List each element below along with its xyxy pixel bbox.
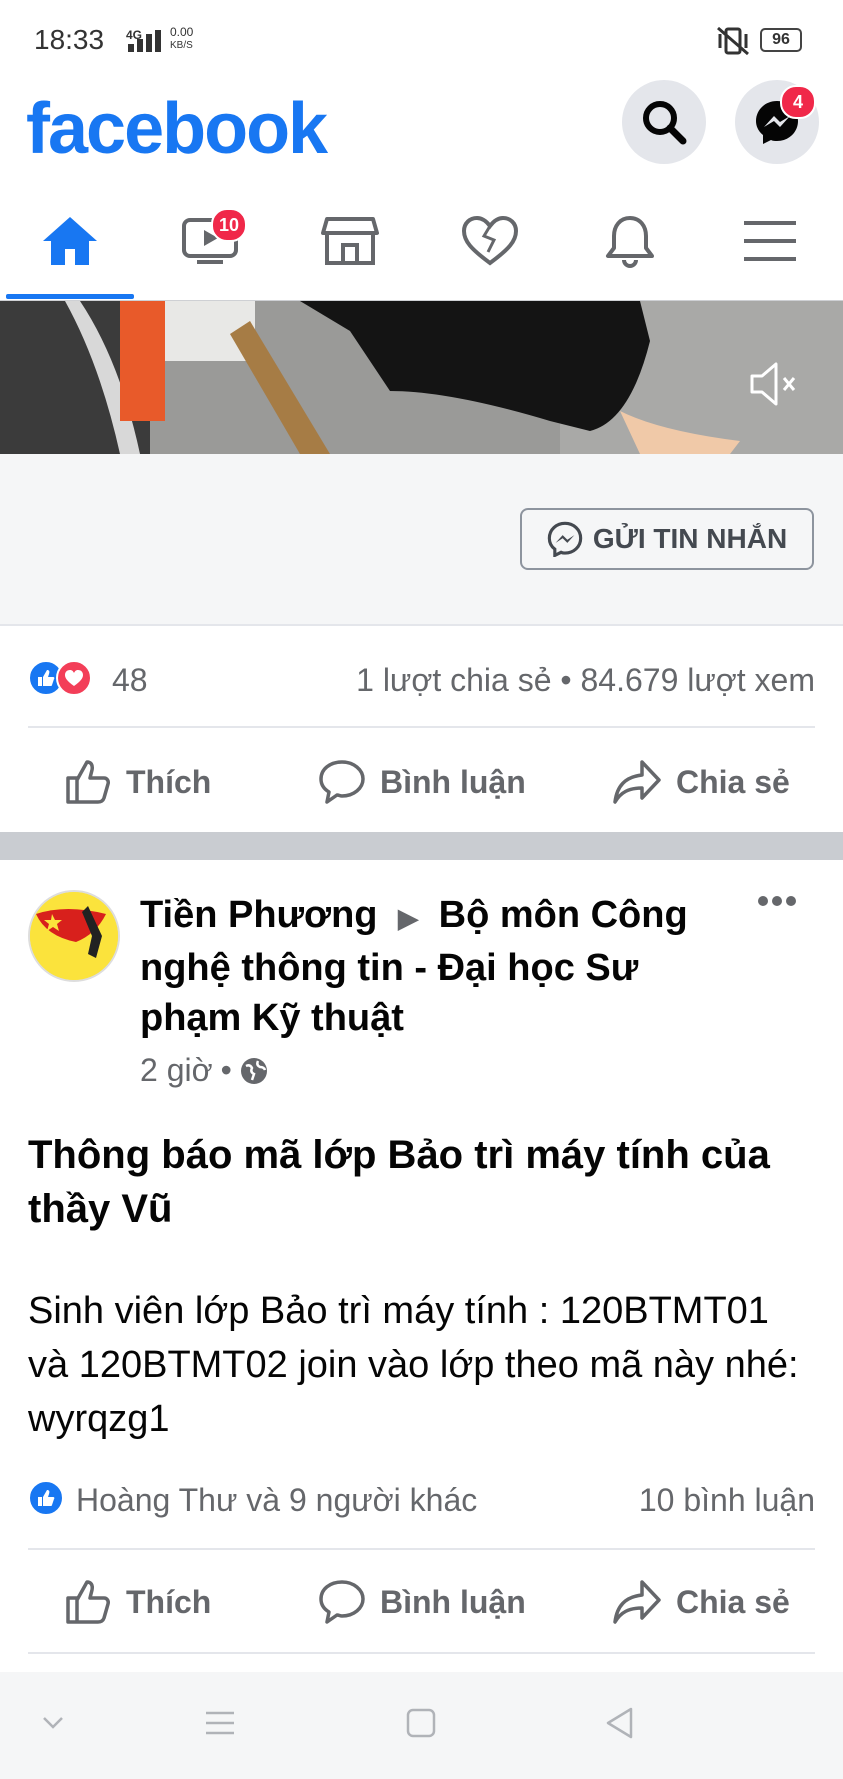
- vibrate-icon: [717, 26, 749, 56]
- tab-menu[interactable]: [700, 184, 840, 298]
- send-message-label: GỬI TIN NHẮN: [592, 523, 788, 554]
- nav-tabs: [0, 184, 843, 302]
- more-options-icon[interactable]: [757, 895, 797, 907]
- tab-marketplace[interactable]: [280, 184, 420, 298]
- comment-icon: [319, 1580, 365, 1624]
- thumbs-up-icon: [66, 760, 110, 804]
- post-actions: Thích Bình luận Chia sẻ: [0, 730, 843, 834]
- share-icon: [613, 1580, 661, 1624]
- reaction-summary[interactable]: 48 1 lượt chia sẻ • 84.679 lượt xem: [28, 654, 815, 698]
- menu-icon: [744, 221, 796, 261]
- heart-icon: [461, 215, 519, 266]
- post-author-line[interactable]: Tiền Phương ▶ Bộ môn Công nghệ thông tin…: [140, 890, 720, 1043]
- comment-button[interactable]: Bình luận: [318, 1550, 526, 1654]
- post-meta: 2 giờ •: [140, 1052, 268, 1089]
- recent-apps-icon[interactable]: [204, 1710, 236, 1736]
- tab-dating[interactable]: [420, 184, 560, 298]
- share-icon: [613, 760, 661, 804]
- chevron-down-icon[interactable]: [42, 1716, 64, 1730]
- comment-button[interactable]: Bình luận: [318, 730, 526, 834]
- send-message-button[interactable]: GỬI TIN NHẮN: [520, 508, 814, 570]
- signal-icon: [128, 30, 161, 52]
- search-button[interactable]: [622, 80, 706, 164]
- tab-watch[interactable]: [140, 184, 280, 298]
- share-button[interactable]: Chia sẻ: [612, 730, 790, 834]
- video-frame: [0, 301, 843, 454]
- thumbs-up-icon: [66, 1580, 110, 1624]
- post-time[interactable]: 2 giờ: [140, 1052, 213, 1089]
- messenger-outline-icon: [547, 521, 583, 557]
- reaction-summary[interactable]: Hoàng Thư và 9 người khác 10 bình luận: [28, 1478, 815, 1522]
- avatar[interactable]: [28, 890, 120, 982]
- comment-count[interactable]: 10 bình luận: [639, 1482, 815, 1519]
- bell-icon: [606, 216, 654, 268]
- globe-icon: [240, 1057, 267, 1084]
- divider: [28, 726, 815, 728]
- post-actions: Thích Bình luận Chia sẻ: [0, 1550, 843, 1654]
- system-nav-bar: [0, 1672, 843, 1779]
- like-button[interactable]: Thích: [64, 730, 211, 834]
- like-button[interactable]: Thích: [64, 1550, 211, 1654]
- status-bar: 18:33 4G 0.00 KB/S 96: [0, 0, 843, 80]
- home-icon: [43, 217, 97, 265]
- watch-badge: 10: [211, 208, 247, 242]
- video-thumbnail[interactable]: [0, 301, 843, 454]
- facebook-logo[interactable]: facebook: [26, 88, 328, 170]
- share-button[interactable]: Chia sẻ: [612, 1550, 790, 1654]
- mute-icon[interactable]: [748, 362, 800, 406]
- author-name[interactable]: Tiền Phương: [140, 894, 378, 936]
- tab-notifications[interactable]: [560, 184, 700, 298]
- reaction-count: 48: [112, 662, 148, 698]
- arrow-right-icon: ▶: [398, 903, 419, 933]
- marketplace-icon: [321, 217, 379, 265]
- status-time: 18:33: [34, 24, 105, 55]
- feed-separator: [0, 832, 843, 860]
- like-reaction-icon: [28, 1480, 64, 1516]
- love-reaction-icon: [56, 660, 92, 696]
- tab-home[interactable]: [0, 184, 140, 298]
- share-view-count[interactable]: 1 lượt chia sẻ • 84.679 lượt xem: [356, 662, 815, 699]
- meta-dot: •: [220, 1052, 232, 1088]
- network-speed: 0.00 KB/S: [170, 25, 194, 52]
- messenger-badge: 4: [780, 85, 816, 119]
- group-avatar-image: [30, 892, 118, 980]
- search-icon: [643, 101, 687, 145]
- post-body: Sinh viên lớp Bảo trì máy tính : 120BTMT…: [28, 1290, 799, 1440]
- back-icon[interactable]: [604, 1706, 634, 1740]
- home-button-icon[interactable]: [406, 1708, 436, 1738]
- battery-indicator: 96: [760, 28, 802, 52]
- comment-icon: [319, 760, 365, 804]
- post-title: Thông báo mã lớp Bảo trì máy tính của th…: [28, 1133, 770, 1231]
- divider: [28, 1652, 815, 1654]
- active-tab-indicator: [6, 294, 134, 299]
- reactors-text[interactable]: Hoàng Thư và 9 người khác: [76, 1482, 477, 1519]
